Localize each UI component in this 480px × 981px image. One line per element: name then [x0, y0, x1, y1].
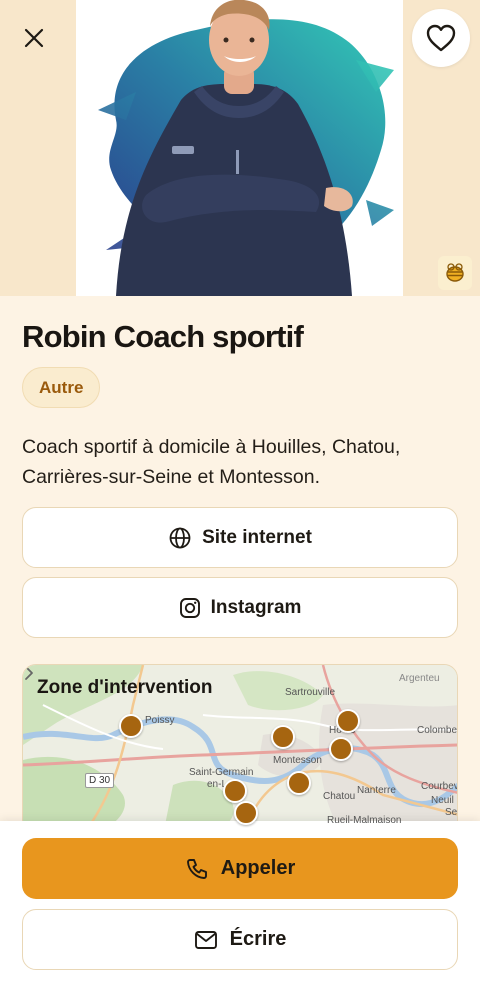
- close-icon: [24, 28, 44, 48]
- map-place-label: Rueil-Malmaison: [327, 815, 402, 826]
- map-place-label: Argenteu: [399, 673, 440, 684]
- map-pin[interactable]: [119, 714, 143, 738]
- map-place-label: Montesson: [273, 755, 322, 766]
- phone-icon: [186, 858, 207, 879]
- map-place-label: Poissy: [145, 715, 175, 726]
- write-button[interactable]: Écrire: [22, 909, 458, 970]
- category-badge: Autre: [22, 367, 101, 408]
- map-place-label: Saint-Germain: [189, 767, 254, 778]
- call-button[interactable]: Appeler: [22, 838, 458, 899]
- map-place-label: Sartrouville: [285, 687, 336, 698]
- website-button[interactable]: Site internet: [22, 507, 458, 568]
- map-title: Zone d'intervention: [37, 677, 213, 698]
- instagram-icon: [179, 597, 200, 618]
- bee-badge: [438, 256, 472, 290]
- website-label: Site internet: [202, 526, 312, 548]
- profile-description: Coach sportif à domicile à Houilles, Cha…: [22, 436, 401, 488]
- chevron-right-icon[interactable]: [23, 665, 35, 681]
- map-place-label: Courbev: [421, 781, 458, 792]
- map-pin[interactable]: [223, 779, 247, 803]
- close-button[interactable]: [16, 20, 52, 56]
- call-label: Appeler: [220, 857, 296, 879]
- map-place-label: Nanterre: [357, 785, 396, 796]
- map-pin[interactable]: [271, 725, 295, 749]
- intervention-zone-map[interactable]: Zone d'intervention Sartrouville Argente…: [22, 664, 458, 834]
- instagram-label: Instagram: [210, 596, 302, 618]
- map-pin[interactable]: [234, 801, 258, 825]
- write-label: Écrire: [229, 928, 287, 950]
- globe-icon: [169, 527, 191, 548]
- map-place-label: Chatou: [323, 791, 356, 802]
- page-title: Robin Coach sportif: [22, 319, 304, 354]
- bee-icon: [446, 263, 464, 282]
- profile-hero: [0, 0, 480, 296]
- map-place-label: Colombe: [417, 725, 458, 736]
- mail-icon: [194, 930, 217, 949]
- map-road-label: D 30: [85, 773, 115, 788]
- map-pin[interactable]: [336, 709, 360, 733]
- heart-icon: [426, 24, 456, 52]
- instagram-button[interactable]: Instagram: [22, 577, 458, 638]
- profile-photo: [76, 0, 403, 296]
- map-place-label: Se: [445, 807, 458, 818]
- favorite-button[interactable]: [412, 9, 470, 67]
- map-pin[interactable]: [329, 737, 353, 761]
- map-place-label: Neuil: [431, 795, 454, 806]
- map-pin[interactable]: [287, 771, 311, 795]
